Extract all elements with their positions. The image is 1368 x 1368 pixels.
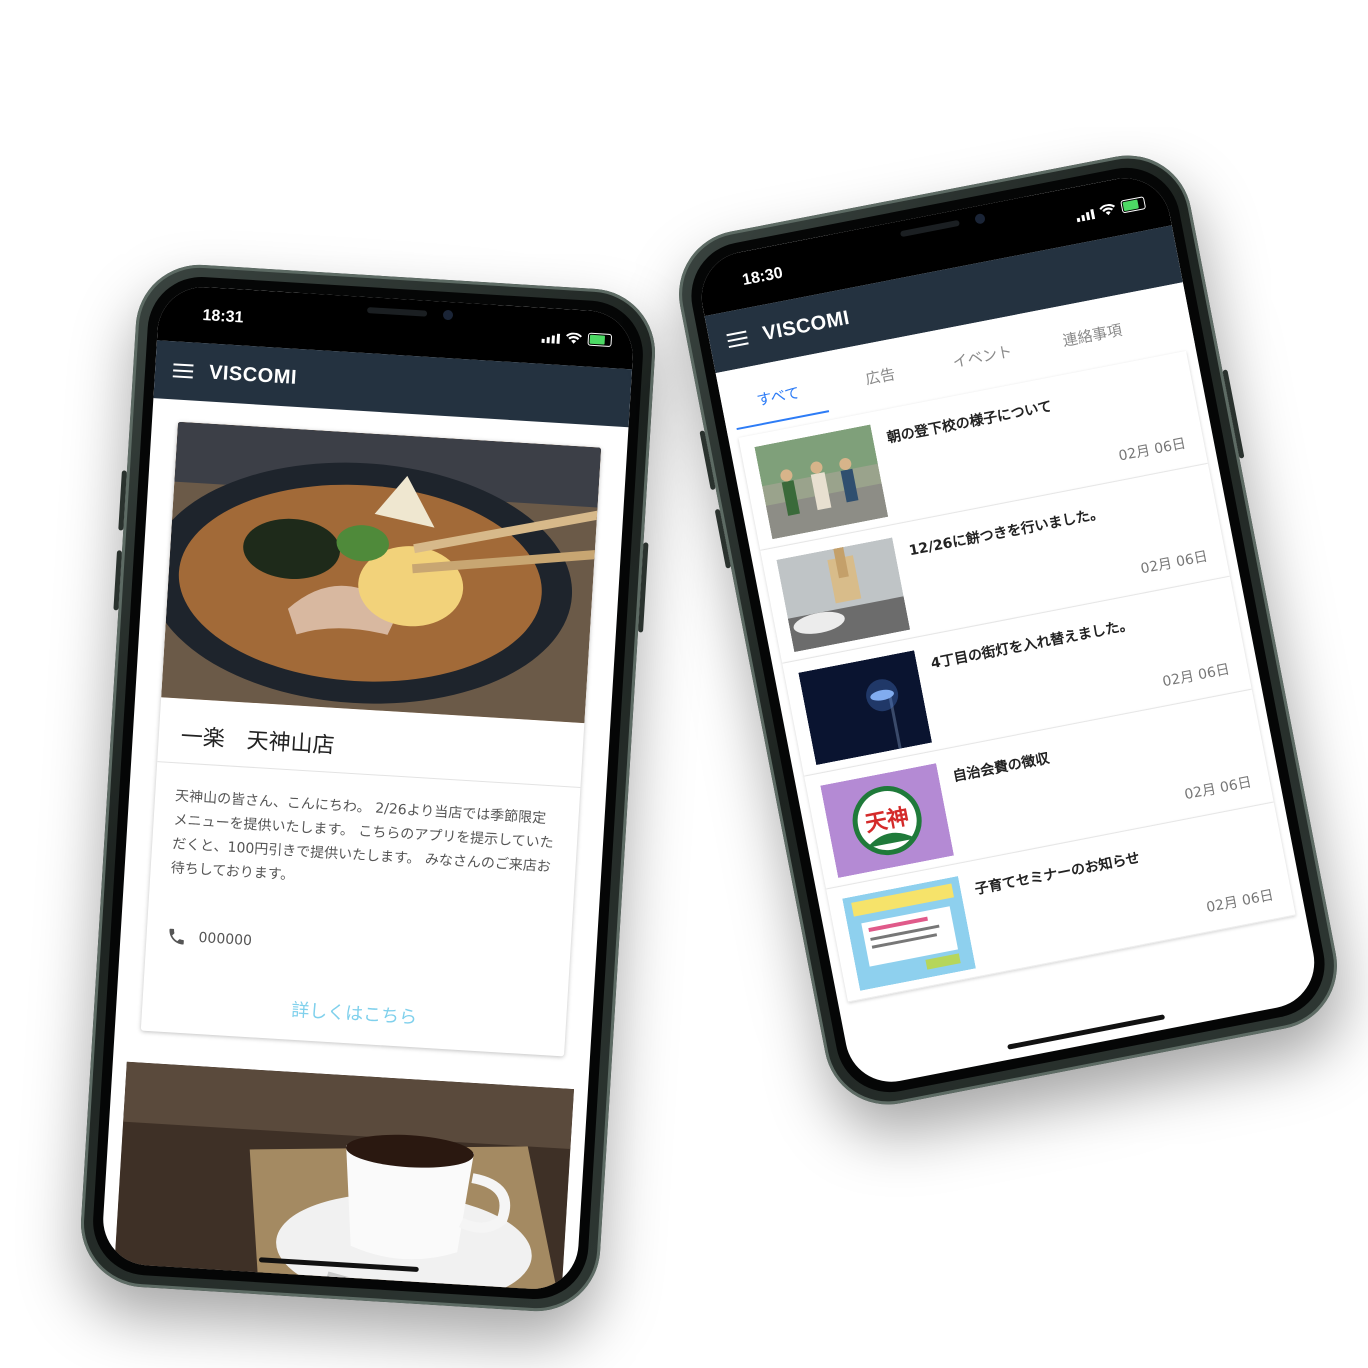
tab-all[interactable]: すべて <box>730 377 826 416</box>
side-button <box>113 550 123 611</box>
thumbnail-mochitsuki <box>776 537 911 653</box>
left-screen: 18:31 VISCOMI 一楽 天神山店 天神山の皆さん、こんにちわ。 2/2… <box>100 284 636 1292</box>
shop-description: 天神山の皆さん、こんにちわ。 2/26より当店では季節限定メニューを提供いたしま… <box>170 788 555 884</box>
battery-icon <box>1120 196 1147 214</box>
item-date: 02月 06日 <box>1161 661 1232 691</box>
signal-icon <box>1076 209 1096 223</box>
app-title: VISCOMI <box>760 306 852 345</box>
details-link[interactable]: 詳しくはこちら <box>142 987 567 1039</box>
item-date: 02月 06日 <box>1117 435 1188 465</box>
side-button <box>118 470 127 531</box>
side-button <box>714 508 732 569</box>
wifi-icon <box>566 332 582 344</box>
signal-icon <box>541 333 561 344</box>
tab-events[interactable]: イベント <box>934 337 1030 376</box>
left-phone: 18:31 VISCOMI 一楽 天神山店 天神山の皆さん、こんにちわ。 2/2… <box>77 261 659 1315</box>
status-time: 18:31 <box>202 307 244 327</box>
tab-notices[interactable]: 連絡事項 <box>1036 314 1148 356</box>
power-button <box>638 542 649 633</box>
home-indicator[interactable] <box>1007 1014 1166 1050</box>
power-button <box>1222 369 1245 459</box>
thumbnail-students <box>754 424 889 540</box>
hamburger-menu-icon[interactable] <box>726 330 749 349</box>
tab-ads[interactable]: 広告 <box>832 357 928 396</box>
coffee-photo[interactable] <box>110 1061 575 1292</box>
side-button <box>699 430 716 491</box>
item-date: 02月 06日 <box>1139 548 1210 578</box>
thumbnail-streetlight <box>798 650 933 766</box>
phone-row[interactable]: 000000 <box>166 926 253 951</box>
status-time: 18:30 <box>740 264 785 290</box>
battery-icon <box>587 332 613 348</box>
app-title: VISCOMI <box>208 361 298 389</box>
divider <box>157 761 581 788</box>
status-icons <box>541 330 613 348</box>
shop-card[interactable]: 一楽 天神山店 天神山の皆さん、こんにちわ。 2/26より当店では季節限定メニュ… <box>140 421 602 1057</box>
thumbnail-seminar-flyer <box>842 876 976 991</box>
phone-icon <box>169 928 184 945</box>
phone-number: 000000 <box>198 929 253 950</box>
status-icons <box>1075 196 1147 223</box>
ramen-photo <box>161 421 602 724</box>
post-list: 朝の登下校の様子について 02月 06日 12/26に餅つきを行いました。 02… <box>738 350 1296 1003</box>
item-date: 02月 06日 <box>1183 774 1254 804</box>
right-screen: 18:30 VISCOMI すべて 広告 イベント 連絡事項 朝の登下校の様子に… <box>693 170 1323 1090</box>
thumbnail-association-emblem: 天神 <box>820 763 955 878</box>
hamburger-menu-icon[interactable] <box>172 363 194 379</box>
right-phone: 18:30 VISCOMI すべて 広告 イベント 連絡事項 朝の登下校の様子に… <box>668 144 1348 1116</box>
shop-name: 一楽 天神山店 <box>180 724 336 759</box>
item-date: 02月 06日 <box>1205 887 1276 917</box>
wifi-icon <box>1099 203 1116 216</box>
